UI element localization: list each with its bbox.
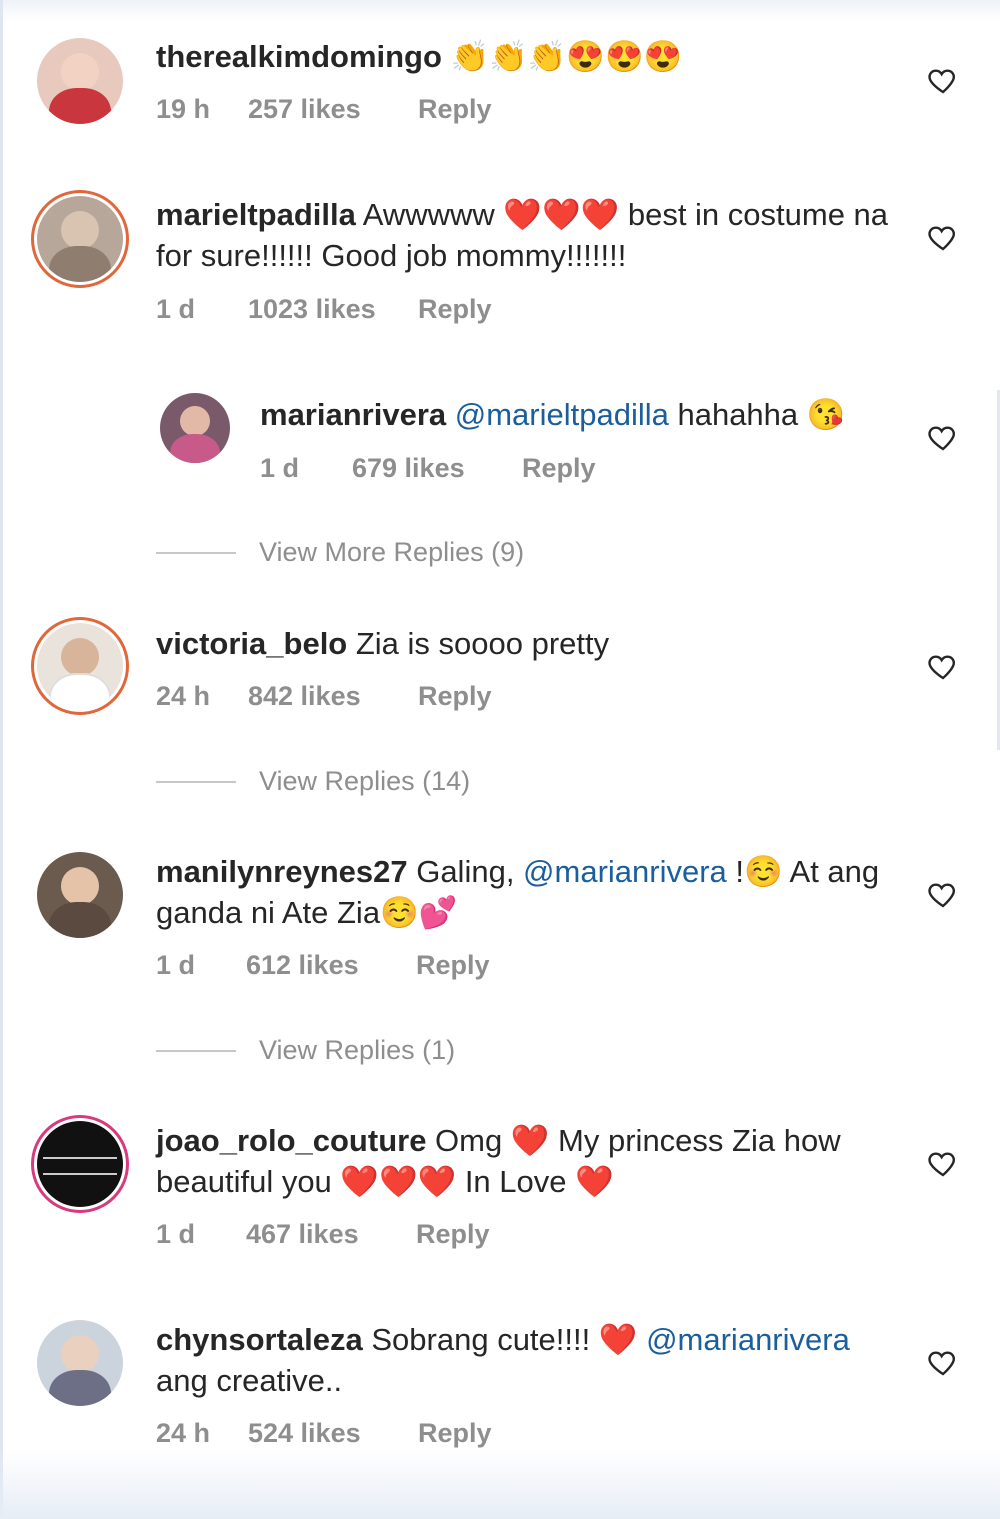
heart-outline-icon[interactable] bbox=[926, 64, 960, 96]
comment-likes[interactable]: 257 likes bbox=[248, 94, 418, 125]
comment-meta: 1 d 467 likes Reply bbox=[156, 1219, 490, 1250]
comment-meta: 24 h 842 likes Reply bbox=[156, 681, 492, 712]
comment-username[interactable]: manilynreynes27 bbox=[156, 854, 408, 889]
view-replies-label[interactable]: View Replies (14) bbox=[259, 766, 470, 797]
comment-meta: 1 d 612 likes Reply bbox=[156, 950, 490, 981]
mention-link[interactable]: @marianrivera bbox=[523, 854, 727, 889]
reply-button[interactable]: Reply bbox=[418, 94, 492, 125]
comment-meta: 1 d 1023 likes Reply bbox=[156, 294, 492, 325]
heart-outline-icon[interactable] bbox=[926, 1147, 960, 1179]
comment-meta: 24 h 524 likes Reply bbox=[156, 1418, 492, 1449]
comment-text: chynsortaleza Sobrang cute!!!! ❤️ @maria… bbox=[156, 1319, 896, 1401]
reply-button[interactable]: Reply bbox=[416, 950, 490, 981]
heart-outline-icon[interactable] bbox=[926, 421, 960, 453]
bottom-fade bbox=[0, 1449, 1000, 1519]
comment-meta: 19 h 257 likes Reply bbox=[156, 94, 492, 125]
avatar[interactable] bbox=[37, 38, 123, 124]
avatar[interactable] bbox=[37, 1121, 123, 1207]
mention-link[interactable]: @marieltpadilla bbox=[455, 397, 669, 432]
comment-text: victoria_belo Zia is soooo pretty bbox=[156, 623, 896, 664]
comment-time[interactable]: 1 d bbox=[156, 950, 246, 981]
divider-line bbox=[156, 781, 236, 783]
comment-likes[interactable]: 524 likes bbox=[248, 1418, 418, 1449]
comment-username[interactable]: therealkimdomingo bbox=[156, 39, 442, 74]
top-edge bbox=[0, 0, 1000, 22]
comment-body: Zia is soooo pretty bbox=[347, 626, 610, 661]
comment-likes[interactable]: 467 likes bbox=[246, 1219, 416, 1250]
avatar[interactable] bbox=[37, 196, 123, 282]
comment-username[interactable]: chynsortaleza bbox=[156, 1322, 363, 1357]
heart-outline-icon[interactable] bbox=[926, 1346, 960, 1378]
comment-text: marianrivera @marieltpadilla hahahha 😘 bbox=[260, 394, 910, 435]
comment-time[interactable]: 24 h bbox=[156, 681, 248, 712]
comment-body-start: Galing, bbox=[407, 854, 524, 889]
comment-username[interactable]: marianrivera bbox=[260, 397, 446, 432]
divider-line bbox=[156, 552, 236, 554]
comment-time[interactable]: 1 d bbox=[156, 294, 248, 325]
comment-likes[interactable]: 1023 likes bbox=[248, 294, 418, 325]
avatar[interactable] bbox=[37, 623, 123, 709]
avatar[interactable] bbox=[160, 393, 230, 463]
reply-button[interactable]: Reply bbox=[522, 453, 596, 484]
reply-button[interactable]: Reply bbox=[418, 681, 492, 712]
comment-text: therealkimdomingo 👏👏👏😍😍😍 bbox=[156, 36, 896, 77]
comment-time[interactable]: 24 h bbox=[156, 1418, 248, 1449]
comment-body: 👏👏👏😍😍😍 bbox=[441, 39, 683, 74]
comment-time[interactable]: 1 d bbox=[156, 1219, 246, 1250]
heart-outline-icon[interactable] bbox=[926, 650, 960, 682]
comment-username[interactable]: joao_rolo_couture bbox=[156, 1123, 426, 1158]
comment-body-end: ang creative.. bbox=[156, 1363, 343, 1398]
left-edge bbox=[0, 0, 3, 1519]
reply-button[interactable]: Reply bbox=[416, 1219, 490, 1250]
comment-likes[interactable]: 679 likes bbox=[352, 453, 522, 484]
heart-outline-icon[interactable] bbox=[926, 878, 960, 910]
reply-button[interactable]: Reply bbox=[418, 1418, 492, 1449]
comment-likes[interactable]: 612 likes bbox=[246, 950, 416, 981]
comment-body: hahahha 😘 bbox=[668, 397, 846, 432]
heart-outline-icon[interactable] bbox=[926, 221, 960, 253]
comment-username[interactable]: victoria_belo bbox=[156, 626, 347, 661]
view-replies-label[interactable]: View Replies (1) bbox=[259, 1035, 455, 1066]
comment-body: Sobrang cute!!!! ❤️ bbox=[362, 1322, 647, 1357]
avatar[interactable] bbox=[37, 1320, 123, 1406]
comment-text: marieltpadilla Awwwww ❤️❤️❤️ best in cos… bbox=[156, 194, 896, 276]
comment-time[interactable]: 19 h bbox=[156, 94, 248, 125]
reply-button[interactable]: Reply bbox=[418, 294, 492, 325]
comment-likes[interactable]: 842 likes bbox=[248, 681, 418, 712]
avatar[interactable] bbox=[37, 852, 123, 938]
comment-time[interactable]: 1 d bbox=[260, 453, 352, 484]
mention-link[interactable]: @marianrivera bbox=[646, 1322, 850, 1357]
divider-line bbox=[156, 1050, 236, 1052]
comment-username[interactable]: marieltpadilla bbox=[156, 197, 356, 232]
comment-text: manilynreynes27 Galing, @marianrivera !☺… bbox=[156, 851, 896, 933]
view-replies-label[interactable]: View More Replies (9) bbox=[259, 537, 524, 568]
comment-meta: 1 d 679 likes Reply bbox=[260, 453, 596, 484]
comment-text: joao_rolo_couture Omg ❤️ My princess Zia… bbox=[156, 1120, 896, 1202]
